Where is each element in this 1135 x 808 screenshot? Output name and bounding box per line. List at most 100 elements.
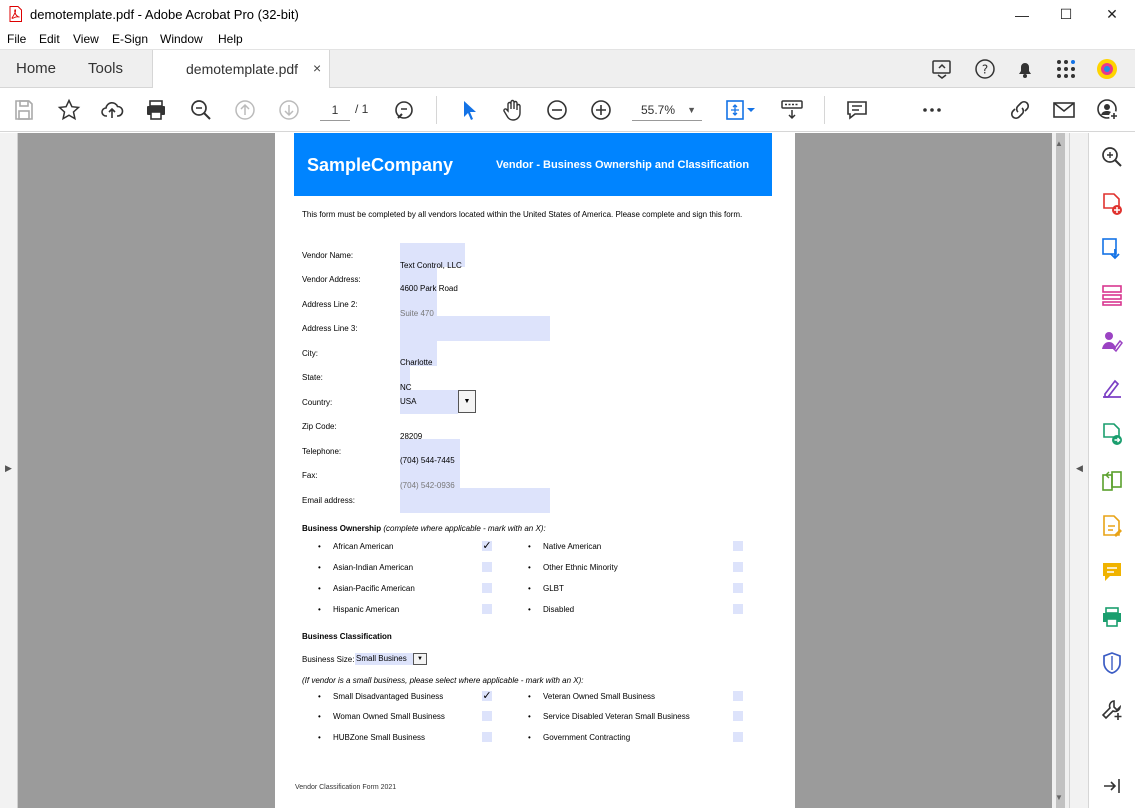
menu-file[interactable]: File	[7, 32, 26, 46]
chevron-down-icon: ▼	[687, 105, 696, 115]
next-page-button[interactable]	[277, 98, 301, 122]
address-line3-field[interactable]	[400, 316, 550, 341]
comment-tool-button[interactable]	[1100, 560, 1124, 584]
edit-pdf-button[interactable]	[1100, 514, 1124, 538]
left-panel-toggle[interactable]: ▶	[0, 133, 18, 808]
classification-heading: Business Classification	[302, 632, 392, 641]
request-signature-button[interactable]	[1100, 329, 1124, 353]
classification-checkbox[interactable]	[482, 711, 492, 721]
fill-sign-button[interactable]	[1100, 376, 1124, 400]
scroll-down-icon[interactable]: ▼	[1055, 793, 1063, 802]
zoom-out-button[interactable]	[545, 98, 569, 122]
zoom-in-button[interactable]	[589, 98, 613, 122]
classification-option: Woman Owned Small Business	[318, 712, 445, 721]
classification-checkbox[interactable]	[482, 732, 492, 742]
notifications-bell-icon[interactable]	[1014, 58, 1036, 80]
menu-window[interactable]: Window	[160, 32, 203, 46]
field-label: Address Line 3:	[302, 324, 358, 333]
page-number-input[interactable]: 1	[320, 99, 350, 121]
tab-close-icon[interactable]: ×	[313, 60, 321, 76]
email-field[interactable]	[400, 488, 550, 513]
tab-bar: Home Tools demotemplate.pdf × ?	[0, 50, 1135, 88]
field-value: (704) 544-7445	[400, 456, 455, 465]
classification-checkbox[interactable]: ✓	[482, 691, 492, 702]
acrobat-window: demotemplate.pdf - Adobe Acrobat Pro (32…	[0, 0, 1135, 808]
scrollbar-thumb[interactable]	[1056, 133, 1065, 808]
print-production-icon	[1103, 607, 1121, 627]
zoom-out-search-button[interactable]	[189, 98, 213, 122]
chevron-left-icon: ◀	[1076, 463, 1083, 473]
close-window-button[interactable]: ✕	[1089, 0, 1135, 29]
zoom-value: 55.7%	[641, 103, 676, 117]
pdf-page: SampleCompany Vendor - Business Ownershi…	[275, 133, 795, 808]
share-screen-icon[interactable]	[931, 58, 953, 80]
menu-help[interactable]: Help	[218, 32, 243, 46]
minimize-button[interactable]: —	[999, 0, 1045, 29]
protect-button[interactable]	[1100, 651, 1124, 675]
collapse-right-icon	[1104, 779, 1120, 793]
menu-esign[interactable]: E-Sign	[112, 32, 148, 46]
help-icon[interactable]: ?	[974, 58, 996, 80]
apps-grid-icon[interactable]	[1055, 58, 1077, 80]
tab-home[interactable]: Home	[16, 60, 56, 77]
maximize-button[interactable]: ☐	[1043, 0, 1089, 29]
comment-button[interactable]	[845, 98, 869, 122]
ownership-heading: Business Ownership (complete where appli…	[302, 524, 546, 533]
print-button[interactable]	[144, 98, 168, 122]
menu-edit[interactable]: Edit	[39, 32, 60, 46]
select-tool-button[interactable]	[458, 98, 482, 122]
create-pdf-button[interactable]	[1100, 192, 1124, 216]
right-panel-toggle[interactable]: ◀	[1069, 133, 1088, 808]
classification-checkbox[interactable]	[733, 732, 743, 742]
scroll-mode-button[interactable]	[780, 98, 804, 122]
ownership-checkbox[interactable]	[733, 562, 743, 572]
business-size-label: Business Size:	[302, 655, 355, 664]
organize-pages-button[interactable]	[1100, 283, 1124, 307]
ownership-checkbox[interactable]	[482, 583, 492, 593]
ownership-checkbox[interactable]	[482, 604, 492, 614]
zoom-level-dropdown[interactable]: 55.7% ▼	[632, 99, 702, 121]
upload-button[interactable]	[100, 98, 124, 122]
business-size-dropdown[interactable]: Small Busines ▼	[355, 653, 427, 665]
scroll-up-icon[interactable]: ▲	[1055, 139, 1063, 148]
ownership-checkbox[interactable]	[733, 541, 743, 551]
export-pdf-button[interactable]	[1100, 237, 1124, 261]
send-for-review-button[interactable]	[1100, 422, 1124, 446]
more-tools-button[interactable]	[920, 98, 944, 122]
user-avatar-icon[interactable]	[1096, 58, 1118, 80]
bookmark-button[interactable]	[57, 98, 81, 122]
fit-page-button[interactable]	[724, 98, 748, 122]
search-tool-button[interactable]	[1100, 145, 1124, 169]
menu-view[interactable]: View	[73, 32, 99, 46]
add-user-button[interactable]	[1096, 98, 1120, 122]
compare-files-button[interactable]	[1100, 469, 1124, 493]
tab-document[interactable]: demotemplate.pdf ×	[152, 50, 330, 88]
main-toolbar: 1 / 1 55.7% ▼	[0, 88, 1135, 132]
classification-checkbox[interactable]	[733, 711, 743, 721]
ownership-checkbox[interactable]: ✓	[482, 541, 492, 552]
hand-tool-button[interactable]	[501, 98, 525, 122]
chevron-down-icon[interactable]: ▼	[413, 653, 427, 665]
email-button[interactable]	[1052, 98, 1076, 122]
save-button[interactable]	[12, 98, 36, 122]
classification-checkbox[interactable]	[733, 691, 743, 701]
collapse-pane-button[interactable]	[1100, 774, 1124, 798]
fit-page-icon	[726, 100, 744, 120]
fit-options-dropdown[interactable]	[746, 98, 756, 122]
country-dropdown-button[interactable]: ▼	[458, 390, 476, 413]
search-icon	[395, 101, 413, 119]
find-text-button[interactable]	[392, 98, 416, 122]
ownership-checkbox[interactable]	[733, 604, 743, 614]
pdf-file-icon	[9, 6, 22, 22]
ownership-checkbox[interactable]	[482, 562, 492, 572]
plus-circle-icon	[591, 100, 611, 120]
more-tools-pane-button[interactable]	[1100, 698, 1124, 722]
send-review-icon	[1103, 423, 1122, 445]
tab-tools[interactable]: Tools	[88, 60, 123, 77]
field-value: USA	[400, 397, 417, 406]
share-link-button[interactable]	[1008, 98, 1032, 122]
ownership-checkbox[interactable]	[733, 583, 743, 593]
print-production-button[interactable]	[1100, 605, 1124, 629]
previous-page-button[interactable]	[233, 98, 257, 122]
vertical-scrollbar[interactable]: ▲ ▼	[1052, 133, 1069, 808]
